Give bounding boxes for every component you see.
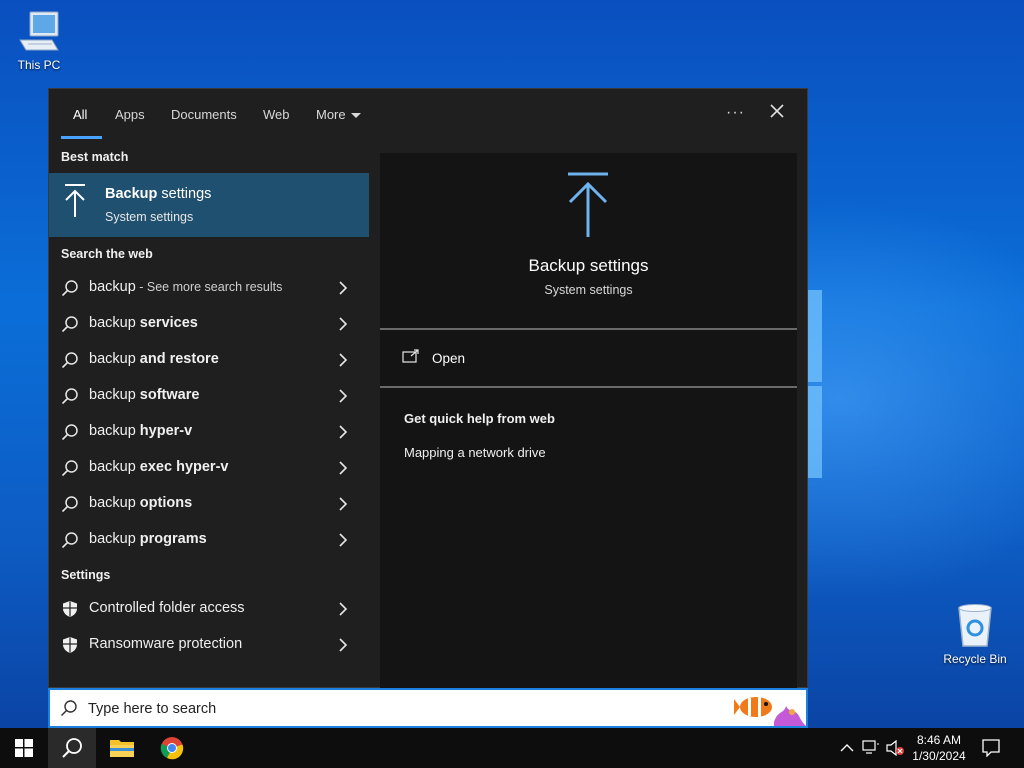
preview-subtitle: System settings [544,283,633,297]
web-result-item[interactable]: backup services [49,306,369,342]
wallpaper-window-logo [808,290,824,480]
search-icon [62,738,82,758]
chevron-right-icon [339,425,348,439]
tab-web[interactable]: Web [263,107,290,122]
backup-arrow-icon [65,184,85,217]
quick-help-title: Get quick help from web [404,411,555,426]
chevron-right-icon [339,497,348,511]
chevron-right-icon [339,389,348,403]
taskbar-search-box[interactable] [48,688,808,728]
web-result-item[interactable]: backup software [49,378,369,414]
search-icon [61,496,78,513]
chrome-icon [160,737,184,760]
volume-muted-icon[interactable] [886,740,904,756]
search-input[interactable] [88,698,688,720]
settings-result-label: Ransomware protection [89,636,243,652]
search-icon [61,460,78,477]
clock[interactable]: 8:46 AM 1/30/2024 [904,732,974,764]
web-result-item[interactable]: backup hyper-v [49,414,369,450]
search-icon [61,280,78,297]
best-match-item[interactable]: Backup settings System settings [49,173,369,237]
open-action[interactable]: Open [402,349,602,369]
folder-icon [110,740,134,757]
settings-result-label: Controlled folder access [89,600,245,616]
search-tabs: All Apps Documents Web More ··· [49,89,809,141]
network-icon[interactable] [862,740,880,756]
desktop-icon-this-pc[interactable]: This PC [4,10,74,72]
this-pc-icon [19,11,59,51]
backup-arrow-icon [568,172,608,237]
search-icon [61,388,78,405]
search-icon [61,316,78,333]
open-label: Open [432,351,466,366]
web-result-label: backup services [89,315,198,331]
tab-apps[interactable]: Apps [115,107,145,122]
search-icon [61,424,78,441]
search-panel: All Apps Documents Web More ··· Best mat… [48,88,809,689]
recycle-bin-icon [958,604,992,647]
open-icon [402,349,419,363]
notification-icon[interactable] [982,739,1000,757]
tab-more-label: More [316,107,346,122]
web-result-label: backup - See more search results [89,279,283,295]
tab-all[interactable]: All [73,107,87,122]
chevron-right-icon [339,317,348,331]
desktop-icon-label: Recycle Bin [943,652,1007,666]
settings-header: Settings [61,568,111,582]
search-icon [60,700,77,717]
file-explorer-button[interactable] [98,728,146,768]
web-result-label: backup software [89,387,200,403]
desktop-icon-recycle-bin[interactable]: Recycle Bin [940,602,1010,666]
settings-result-item[interactable]: Ransomware protection [49,627,369,663]
preview-pane: Backup settings System settings Open Get… [380,153,797,689]
best-match-subtitle: System settings [105,210,194,224]
settings-result-item[interactable]: Controlled folder access [49,591,369,627]
tab-documents[interactable]: Documents [171,107,237,122]
start-button[interactable] [0,728,48,768]
tab-more[interactable]: More [316,107,361,122]
chevron-down-icon [350,113,361,119]
web-result-item[interactable]: backup - See more search results [49,270,369,306]
divider [380,386,797,388]
more-options-icon[interactable]: ··· [726,104,745,122]
chrome-button[interactable] [148,728,196,768]
web-header: Search the web [61,247,153,261]
taskbar: 8:46 AM 1/30/2024 [0,728,1024,768]
chevron-right-icon [339,353,348,367]
windows-logo-icon [15,739,33,757]
clock-date: 1/30/2024 [912,749,966,763]
web-result-label: backup hyper-v [89,423,193,439]
desktop-icon-label: This PC [17,58,61,72]
shield-icon [63,637,77,653]
web-result-item[interactable]: backup and restore [49,342,369,378]
taskbar-search-button[interactable] [48,728,96,768]
chevron-up-icon[interactable] [840,741,854,755]
chevron-right-icon [339,281,348,295]
chevron-right-icon [339,602,348,616]
web-result-label: backup and restore [89,351,219,367]
chevron-right-icon [339,533,348,547]
best-match-header: Best match [61,150,129,164]
results-list: Best match Backup settings System settin… [49,141,369,689]
web-result-label: backup programs [89,531,207,547]
search-icon [61,532,78,549]
web-result-item[interactable]: backup exec hyper-v [49,450,369,486]
clock-time: 8:46 AM [916,733,962,747]
web-result-label: backup options [89,495,193,511]
search-highlight-icon [734,697,806,726]
shield-icon [63,601,77,617]
web-result-item[interactable]: backup programs [49,522,369,558]
close-icon[interactable] [767,101,787,121]
preview-title: Backup settings [528,256,649,275]
best-match-title: Backup settings [105,186,212,202]
web-result-item[interactable]: backup options [49,486,369,522]
chevron-right-icon [339,461,348,475]
active-tab-indicator [61,136,102,139]
web-result-label: backup exec hyper-v [89,459,229,475]
search-icon [61,352,78,369]
quick-help-link[interactable]: Mapping a network drive [404,445,546,460]
divider [380,328,797,330]
chevron-right-icon [339,638,348,652]
